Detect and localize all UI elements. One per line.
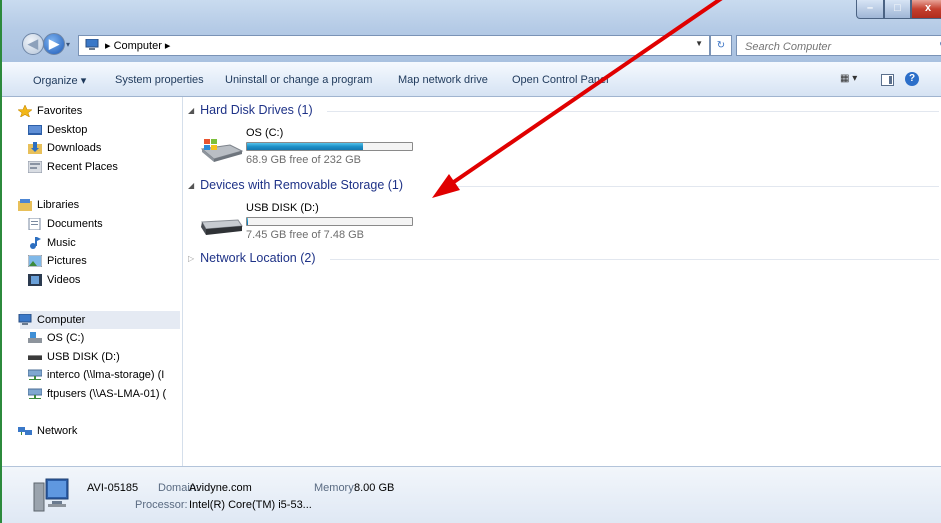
drive-free-space: 7.45 GB free of 7.48 GB [246,229,365,241]
arrow-left-icon: ◀ [28,36,38,51]
drive-name: OS (C:) [246,127,284,139]
help-button[interactable]: ? [905,72,919,86]
refresh-button[interactable]: ↻ [710,35,732,56]
command-bar: Organize ▾ System properties Uninstall o… [2,62,941,97]
computer-icon [85,39,99,50]
collapse-triangle-icon[interactable]: ◢ [188,181,194,190]
group-header-removable[interactable]: ◢ Devices with Removable Storage (1) [188,178,403,194]
refresh-icon: ↻ [716,40,726,51]
search-box[interactable]: ⚲ [736,35,941,56]
map-network-drive-button[interactable]: Map network drive [398,74,488,86]
preview-pane-icon[interactable] [881,74,894,86]
drive-usage-fill [247,218,248,225]
memory-label: Memory: [314,482,357,494]
group-header-network[interactable]: ▷ Network Location (2) [188,251,315,267]
hard-drive-icon [28,332,42,343]
change-view-button[interactable]: ▦ ▾ [840,73,857,84]
drive-usage-fill [247,143,363,150]
music-icon [30,237,41,249]
divider [327,111,939,112]
content-area: ◢ Hard Disk Drives (1) OS (C:) 68.9 GB fr… [184,97,941,466]
expand-triangle-icon[interactable]: ▷ [188,254,194,263]
network-drive-icon [28,388,42,399]
desktop-icon [28,125,42,135]
forward-button[interactable]: ▶ [43,33,65,55]
divider [330,259,939,260]
windows-drive-icon [200,139,244,162]
minimize-button[interactable]: – [856,0,884,19]
usb-drive-icon [201,219,243,235]
network-icon [18,427,32,435]
documents-icon [28,218,41,230]
organize-button[interactable]: Organize ▾ [33,74,86,87]
navigation-pane: Favorites Desktop Downloads Recent Place… [2,97,183,466]
group-header-hard-disks[interactable]: ◢ Hard Disk Drives (1) [188,103,313,119]
divider [444,186,939,187]
close-button[interactable]: x [911,0,941,19]
star-icon [18,105,32,117]
computer-icon [33,478,69,512]
drive-usage-bar [246,142,413,151]
processor-value: Intel(R) Core(TM) i5-53... [189,499,312,511]
libraries-icon [18,199,32,211]
memory-value: 8.00 GB [354,482,395,494]
downloads-folder-icon [28,142,42,154]
explorer-window: – □ x ◀ ▶ ▾ ▸ Computer ▸ ▼ ↻ ⚲ Organize … [0,0,941,523]
back-button[interactable]: ◀ [22,33,44,55]
pictures-icon [28,255,42,267]
collapse-triangle-icon[interactable]: ◢ [188,106,194,115]
address-path[interactable]: ▸ Computer ▸ [105,39,170,52]
address-bar[interactable]: ▸ Computer ▸ ▼ [78,35,710,56]
system-properties-button[interactable]: System properties [115,74,204,86]
drive-name: USB DISK (D:) [246,202,319,214]
open-control-panel-button[interactable]: Open Control Panel [512,74,609,86]
recent-places-icon [28,161,42,173]
processor-label: Processor: [135,499,188,511]
chevron-down-icon[interactable]: ▼ [695,39,703,48]
domain-value: Avidyne.com [189,482,252,494]
uninstall-program-button[interactable]: Uninstall or change a program [225,74,372,86]
title-bar: – □ x ◀ ▶ ▾ ▸ Computer ▸ ▼ ↻ ⚲ [2,0,941,62]
recent-pages-dropdown[interactable]: ▾ [66,40,70,49]
drive-usage-bar [246,217,413,226]
arrow-right-icon: ▶ [49,36,59,51]
search-input[interactable] [743,38,917,55]
maximize-button[interactable]: □ [884,0,911,19]
drive-free-space: 68.9 GB free of 232 GB [246,154,361,166]
videos-icon [28,274,42,286]
details-pane: AVI-05185 Domain: Avidyne.com Memory: 8.… [2,466,941,523]
computer-name: AVI-05185 [87,482,139,494]
usb-drive-icon [28,355,42,360]
network-drive-icon [28,369,42,380]
computer-icon [18,314,32,325]
